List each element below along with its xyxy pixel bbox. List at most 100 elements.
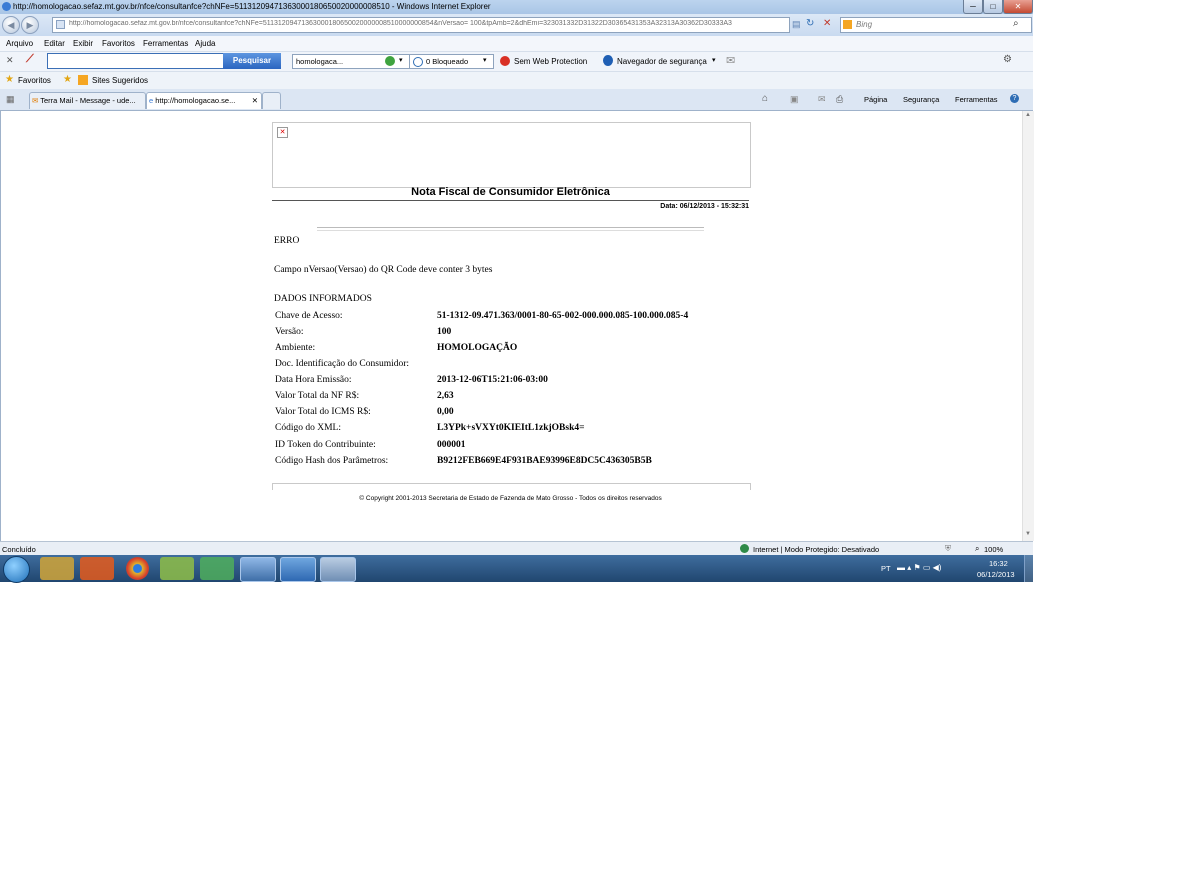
tab-label: Terra Mail - Message - ude... xyxy=(40,96,136,105)
address-url: http://homologacao.sefaz.mt.gov.br/nfce/… xyxy=(69,20,732,27)
close-window-button[interactable]: ✕ xyxy=(1003,0,1033,14)
blocked-icon xyxy=(413,57,423,67)
error-title: ERRO xyxy=(274,236,300,246)
back-button[interactable]: ◀ xyxy=(2,16,20,34)
wrench-icon[interactable]: ⚙ xyxy=(1003,54,1012,65)
browser-screen: http://homologacao.sefaz.mt.gov.br/nfce/… xyxy=(0,0,1034,583)
field-label: Valor Total da NF R$: xyxy=(275,391,360,401)
tray-icons[interactable]: ▬ ▴ ⚑ ▭ ◀) xyxy=(897,563,941,572)
help-icon[interactable]: ? xyxy=(1010,94,1019,103)
app-taskbar-icon[interactable] xyxy=(320,557,356,582)
vertical-scrollbar[interactable]: ▲ ▼ xyxy=(1022,111,1034,541)
minimize-button[interactable]: ─ xyxy=(963,0,983,14)
field-value: 100 xyxy=(437,327,452,337)
menu-ferramentas[interactable]: Ferramentas xyxy=(143,39,188,48)
network-taskbar-icon[interactable] xyxy=(200,557,234,580)
close-toolbar-icon[interactable]: ✕ xyxy=(6,55,14,66)
chevron-down-icon[interactable]: ▾ xyxy=(712,56,716,64)
globe-icon xyxy=(740,544,749,553)
quick-tabs-icon[interactable]: ▦ xyxy=(6,94,15,105)
lock-icon xyxy=(603,55,613,66)
no-entry-icon xyxy=(500,56,510,66)
forward-button[interactable]: ▶ xyxy=(21,16,39,34)
page-icon: e xyxy=(149,96,154,105)
bing-icon xyxy=(843,20,852,29)
show-desktop-button[interactable] xyxy=(1024,555,1034,582)
media-player-taskbar-icon[interactable] xyxy=(80,557,114,580)
title-bar: http://homologacao.sefaz.mt.gov.br/nfce/… xyxy=(0,0,1033,14)
stop-icon[interactable]: ✕ xyxy=(823,18,831,29)
close-tab-icon[interactable]: ✕ xyxy=(252,93,258,109)
section-divider xyxy=(317,227,704,231)
chevron-down-icon: ▾ xyxy=(399,57,403,64)
field-label: Ambiente: xyxy=(275,343,316,353)
language-indicator[interactable]: PT xyxy=(881,564,891,573)
feeds-icon[interactable]: ▣ xyxy=(790,94,799,105)
field-value: 0,00 xyxy=(437,407,454,417)
tab-terra-mail[interactable]: ✉ Terra Mail - Message - ude... xyxy=(29,92,146,109)
blocked-popups[interactable]: 0 Bloqueado ▾ xyxy=(409,54,494,69)
safe-nav-label[interactable]: Navegador de segurança xyxy=(617,57,707,66)
ie-icon xyxy=(2,2,11,11)
search-icon[interactable]: ⌕ xyxy=(1013,18,1019,29)
cmd-pagina[interactable]: Página xyxy=(864,95,887,104)
clock-time[interactable]: 16:32 xyxy=(989,559,1008,568)
field-label: ID Token do Contribuinte: xyxy=(275,440,376,450)
status-bar: Concluído Internet | Modo Protegido: Des… xyxy=(0,541,1033,556)
protected-mode-icon[interactable]: ⛨ xyxy=(945,544,951,554)
field-label: Data Hora Emissão: xyxy=(275,375,352,385)
field-label: Código Hash dos Parâmetros: xyxy=(275,456,389,466)
cmd-seguranca[interactable]: Segurança xyxy=(903,95,939,104)
page-title: Nota Fiscal de Consumidor Eletrônica xyxy=(411,186,610,198)
menu-arquivo[interactable]: Arquivo xyxy=(6,39,33,48)
ie-taskbar-icon[interactable] xyxy=(240,557,276,582)
favorites-button[interactable]: Favoritos xyxy=(18,76,51,85)
clock-date[interactable]: 06/12/2013 xyxy=(977,570,1015,579)
home-icon[interactable]: ⌂ xyxy=(762,93,768,104)
toolbar-search-input[interactable] xyxy=(47,53,224,69)
menu-editar[interactable]: Editar xyxy=(44,39,65,48)
copyright-text: © Copyright 2001-2013 Secretaria de Esta… xyxy=(359,495,662,502)
maximize-button[interactable]: □ xyxy=(983,0,1003,14)
date-text: Data: 06/12/2013 - 15:32:31 xyxy=(660,203,749,210)
menu-ajuda[interactable]: Ajuda xyxy=(195,39,215,48)
mail-icon[interactable]: ✉ xyxy=(726,54,735,67)
web-protection-label[interactable]: Sem Web Protection xyxy=(514,57,587,66)
refresh-icon[interactable]: ↻ xyxy=(806,18,814,29)
broken-image-icon: ✕ xyxy=(277,127,288,138)
address-bar[interactable]: http://homologacao.sefaz.mt.gov.br/nfce/… xyxy=(52,17,790,33)
pesquisar-button[interactable]: Pesquisar xyxy=(223,53,281,69)
avira-icon: ⟋ xyxy=(26,53,34,65)
field-value: 2013-12-06T15:21:06-03:00 xyxy=(437,375,548,385)
window-title: http://homologacao.sefaz.mt.gov.br/nfce/… xyxy=(13,2,491,11)
field-value: 2,63 xyxy=(437,391,454,401)
chrome-taskbar-icon[interactable] xyxy=(126,557,149,580)
field-value: 000001 xyxy=(437,440,466,450)
bing-search-box[interactable]: Bing ⌕ xyxy=(840,17,1032,33)
notes-taskbar-icon[interactable] xyxy=(160,557,194,580)
tab-homologacao[interactable]: e http://homologacao.se... ✕ xyxy=(146,92,262,109)
teamviewer-taskbar-icon[interactable] xyxy=(280,557,316,582)
zone-text[interactable]: Internet | Modo Protegido: Desativado xyxy=(753,545,879,554)
blocked-label: 0 Bloqueado xyxy=(426,57,469,66)
start-button[interactable] xyxy=(3,556,30,583)
compat-icon[interactable]: ▤ xyxy=(792,19,801,30)
menu-favoritos[interactable]: Favoritos xyxy=(102,39,135,48)
suggested-sites-button[interactable]: Sites Sugeridos xyxy=(92,76,148,85)
field-value: 51-1312-09.471.363/0001-80-65-002-000.00… xyxy=(437,311,689,321)
print-icon[interactable]: ⎙ xyxy=(836,94,843,105)
error-message: Campo nVersao(Versao) do QR Code deve co… xyxy=(274,265,493,275)
toolbar-dropdown[interactable]: homologaca... ▾ xyxy=(292,54,410,69)
new-tab-button[interactable] xyxy=(262,92,281,109)
read-mail-icon[interactable]: ✉ xyxy=(818,94,826,105)
menu-exibir[interactable]: Exibir xyxy=(73,39,93,48)
zoom-level[interactable]: 100% xyxy=(984,545,1003,554)
explorer-taskbar-icon[interactable] xyxy=(40,557,74,580)
add-favorite-icon[interactable]: ★ xyxy=(63,74,72,85)
header-banner: ✕ xyxy=(272,122,751,188)
cmd-ferramentas[interactable]: Ferramentas xyxy=(955,95,998,104)
field-value: B9212FEB669E4F931BAE93996E8DC5C436305B5B xyxy=(437,456,652,466)
scroll-up-icon[interactable]: ▲ xyxy=(1025,112,1031,118)
scroll-down-icon[interactable]: ▼ xyxy=(1025,531,1031,537)
favorites-bar xyxy=(0,71,1033,90)
